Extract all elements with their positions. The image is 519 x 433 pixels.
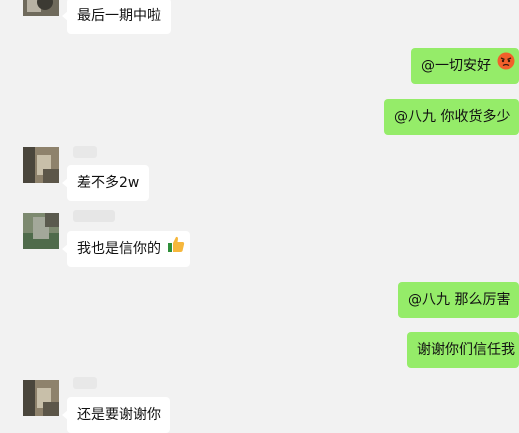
avatar-photo-icon (23, 380, 59, 416)
avatar-photo-icon (23, 147, 59, 183)
sender-avatar[interactable] (23, 213, 59, 249)
message-bubble-outgoing[interactable]: @八九 你收货多少 (384, 99, 519, 135)
sender-avatar[interactable] (23, 0, 59, 16)
angry-face-icon (497, 48, 515, 84)
thumbs-up-icon (167, 231, 185, 267)
message-bubble-incoming[interactable]: 最后一期中啦 (62, 0, 171, 34)
message-text: 最后一期中啦 (77, 8, 161, 24)
message-bubble-outgoing[interactable]: @八九 那么厉害 (398, 282, 519, 318)
message-text: @八九 你收货多少 (394, 109, 511, 125)
chat-window: 最后一期中啦 @一切安好 @八九 你收货多少 差不多2w 我也是信你的 @八九 … (0, 0, 519, 433)
sender-avatar[interactable] (23, 380, 59, 416)
sender-name (73, 377, 97, 389)
message-bubble-incoming[interactable]: 我也是信你的 (62, 231, 190, 267)
avatar-photo-icon (23, 0, 59, 16)
sender-name (73, 210, 115, 222)
message-text: 差不多2w (77, 175, 140, 191)
sender-name (73, 146, 97, 158)
message-bubble-outgoing[interactable]: 谢谢你们信任我 (407, 332, 519, 368)
message-bubble-incoming[interactable]: 差不多2w (62, 165, 149, 201)
avatar-photo-icon (23, 213, 59, 249)
sender-avatar[interactable] (23, 147, 59, 183)
message-text: 谢谢你们信任我 (417, 342, 515, 358)
message-text: 我也是信你的 (77, 241, 161, 257)
message-bubble-incoming[interactable]: 还是要谢谢你 (62, 397, 170, 433)
message-text: 还是要谢谢你 (77, 407, 161, 423)
message-text: @一切安好 (421, 58, 491, 74)
message-text: @八九 那么厉害 (408, 292, 511, 308)
message-bubble-outgoing[interactable]: @一切安好 (411, 48, 519, 84)
